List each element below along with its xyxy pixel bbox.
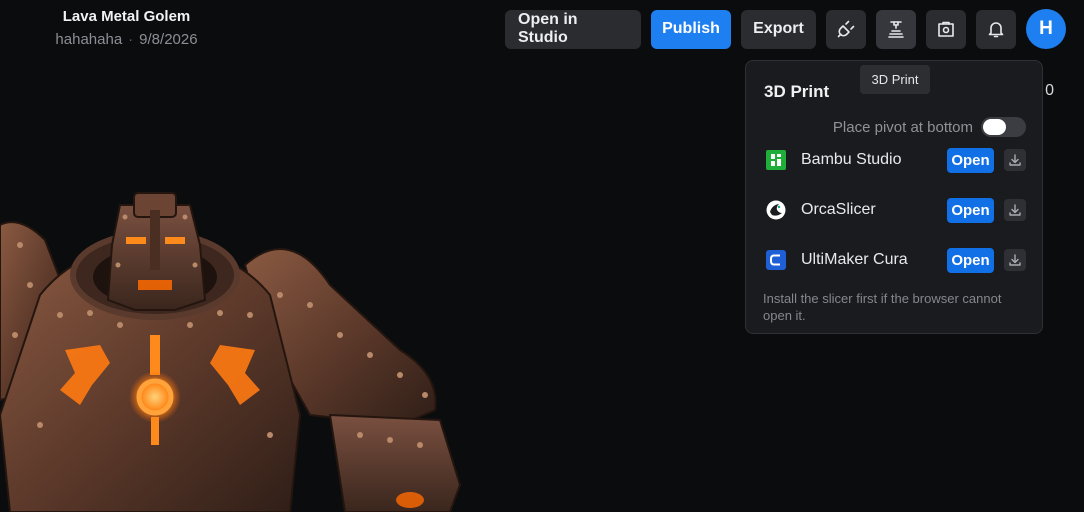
download-icon	[1009, 204, 1021, 216]
download-icon	[1009, 154, 1021, 166]
export-button[interactable]: Export	[741, 9, 816, 49]
slicer-row-cura: UltiMaker Cura Open	[766, 247, 1026, 273]
open-bambu-button[interactable]: Open	[947, 147, 994, 173]
user-avatar[interactable]: H	[1026, 9, 1066, 49]
notifications-button[interactable]	[976, 9, 1016, 49]
meta-separator: ·	[128, 31, 134, 48]
toggle-knob	[983, 119, 1006, 135]
slicer-row-bambu: Bambu Studio Open	[766, 147, 1026, 173]
asset-title: Lava Metal Golem	[62, 8, 191, 25]
bambu-studio-icon	[766, 150, 786, 170]
api-plug-button[interactable]	[826, 9, 866, 49]
model-viewport[interactable]	[0, 185, 470, 512]
slicer-name: Bambu Studio	[801, 151, 902, 168]
golem-model	[0, 192, 462, 512]
pivot-toggle[interactable]	[981, 117, 1026, 137]
download-cura-button[interactable]	[1004, 249, 1026, 271]
download-bambu-button[interactable]	[1004, 149, 1026, 171]
slicer-row-orca: OrcaSlicer Open	[766, 197, 1026, 223]
store-button[interactable]	[926, 9, 966, 49]
publish-button[interactable]: Publish	[651, 9, 731, 49]
3d-print-panel: 3D Print Place pivot at bottom Bambu Stu…	[745, 60, 1043, 334]
3d-print-button[interactable]	[876, 9, 916, 49]
api-plug-icon	[837, 20, 855, 38]
3d-print-icon	[888, 21, 904, 38]
bell-icon	[988, 22, 1004, 38]
asset-author[interactable]: hahahaha	[55, 31, 122, 48]
pivot-row: Place pivot at bottom	[833, 117, 1026, 137]
orcaslicer-icon	[766, 200, 786, 220]
background-value: 0	[1045, 82, 1054, 99]
open-cura-button[interactable]: Open	[947, 247, 994, 273]
install-hint: Install the slicer first if the browser …	[763, 291, 1002, 323]
open-orcaslicer-button[interactable]: Open	[947, 197, 994, 223]
download-orcaslicer-button[interactable]	[1004, 199, 1026, 221]
asset-header: Lava Metal Golem hahahaha · 9/8/2026	[44, 8, 209, 49]
ultimaker-cura-icon	[766, 250, 786, 270]
asset-meta: hahahaha · 9/8/2026	[44, 31, 209, 49]
asset-date: 9/8/2026	[139, 31, 198, 48]
slicer-name: UltiMaker Cura	[801, 251, 908, 268]
slicer-name: OrcaSlicer	[801, 201, 876, 218]
top-toolbar: Open in Studio Publish Export H	[505, 9, 1066, 49]
pivot-label: Place pivot at bottom	[832, 118, 973, 136]
store-icon	[938, 21, 954, 37]
tooltip-3d-print: 3D Print	[860, 65, 930, 94]
panel-title: 3D Print	[764, 82, 830, 101]
download-icon	[1009, 254, 1021, 266]
open-in-studio-button[interactable]: Open in Studio	[505, 9, 641, 49]
